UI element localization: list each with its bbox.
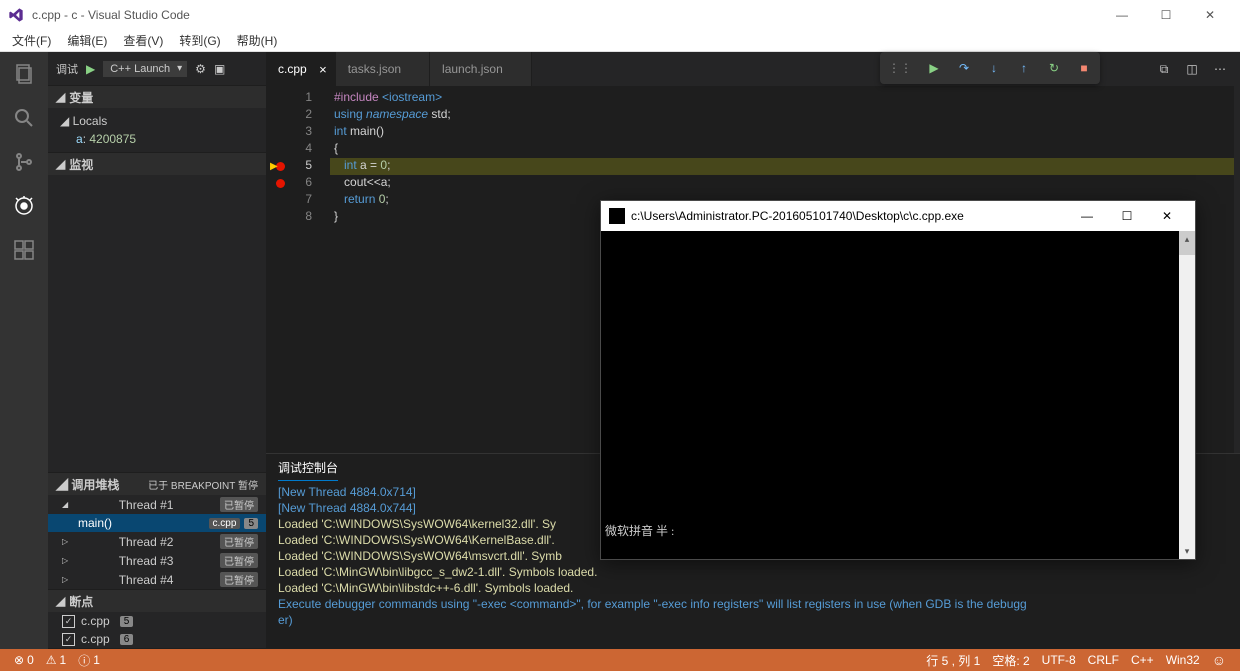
tab-launch-json[interactable]: launch.json — [430, 52, 532, 86]
step-out-button[interactable]: ↑ — [1016, 60, 1032, 76]
debug-side-panel: 调试 ▶ C++ Launch ⚙ ▣ ◢变量 ◢ Locals a: 4200… — [48, 52, 266, 649]
feedback-icon[interactable]: ☺ — [1206, 652, 1232, 669]
extensions-icon[interactable] — [10, 236, 38, 264]
ime-indicator: 微软拼音 半 : — [605, 522, 674, 539]
minimap[interactable] — [1234, 86, 1240, 453]
split-icon[interactable]: ◫ — [1184, 61, 1200, 77]
minimize-button[interactable]: — — [1100, 0, 1144, 30]
window-title: c.cpp - c - Visual Studio Code — [32, 8, 1100, 22]
status-eol[interactable]: CRLF — [1082, 652, 1125, 669]
menu-edit[interactable]: 编辑(E) — [59, 32, 115, 49]
checkbox-icon[interactable]: ✓ — [62, 633, 75, 646]
status-platform[interactable]: Win32 — [1160, 652, 1206, 669]
thread-row[interactable]: Thread #1已暂停 — [48, 495, 266, 514]
checkbox-icon[interactable]: ✓ — [62, 615, 75, 628]
variable-row[interactable]: a: 4200875 — [76, 130, 266, 148]
console-window[interactable]: c:\Users\Administrator.PC-201605101740\D… — [600, 200, 1196, 560]
titlebar: c.cpp - c - Visual Studio Code — ☐ ✕ — [0, 0, 1240, 30]
callstack-header[interactable]: ◢ 调用堆栈 已于 BREAKPOINT 暂停 — [48, 473, 266, 495]
code-line[interactable]: int main() — [330, 124, 1240, 141]
maximize-button[interactable]: ☐ — [1144, 0, 1188, 30]
drag-handle-icon[interactable]: ⋮⋮ — [888, 61, 912, 75]
breakpoints-section: ◢断点 ✓c.cpp5✓c.cpp6 — [48, 590, 266, 649]
console-maximize-button[interactable]: ☐ — [1107, 202, 1147, 230]
console-icon[interactable]: ▣ — [214, 62, 225, 76]
console-scrollbar[interactable]: ▴ ▾ — [1179, 231, 1195, 559]
tab-tasks-json[interactable]: tasks.json — [336, 52, 430, 86]
breakpoint-icon[interactable] — [276, 179, 285, 188]
debug-label: 调试 — [56, 61, 78, 77]
restart-button[interactable]: ↻ — [1046, 60, 1062, 76]
panel-tab-debug-console[interactable]: 调试控制台 — [278, 455, 338, 481]
menu-file[interactable]: 文件(F) — [4, 32, 59, 49]
menu-view[interactable]: 查看(V) — [115, 32, 171, 49]
status-errors[interactable]: ⊗0 — [8, 653, 40, 667]
status-language[interactable]: C++ — [1125, 652, 1160, 669]
watch-header[interactable]: ◢监视 — [48, 153, 266, 175]
console-line: Loaded 'C:\MinGW\bin\libgcc_s_dw2-1.dll'… — [278, 564, 1228, 580]
console-line: Execute debugger commands using "-exec <… — [278, 596, 1228, 612]
console-line: Loaded 'C:\MinGW\bin\libstdc++-6.dll'. S… — [278, 580, 1228, 596]
window-controls: — ☐ ✕ — [1100, 0, 1232, 30]
step-into-button[interactable]: ↓ — [986, 60, 1002, 76]
console-close-button[interactable]: ✕ — [1147, 202, 1187, 230]
launch-config-select[interactable]: C++ Launch — [103, 61, 187, 77]
callstack-section: ◢ 调用堆栈 已于 BREAKPOINT 暂停 Thread #1已暂停main… — [48, 473, 266, 590]
tab-bar: c.cpp× tasks.json launch.json ⋮⋮ ▶ ↷ ↓ ↑… — [266, 52, 1240, 86]
status-info[interactable]: ⓘ1 — [72, 652, 106, 669]
breakpoint-row[interactable]: ✓c.cpp5 — [48, 612, 266, 630]
vscode-logo-icon — [8, 7, 24, 23]
activity-bar — [0, 52, 48, 649]
status-warnings[interactable]: ⚠1 — [40, 653, 72, 667]
stop-button[interactable]: ■ — [1076, 60, 1092, 76]
variables-section: ◢变量 ◢ Locals a: 4200875 — [48, 86, 266, 153]
more-icon[interactable]: ⋯ — [1212, 61, 1228, 77]
close-button[interactable]: ✕ — [1188, 0, 1232, 30]
code-line[interactable]: cout<<a; — [330, 175, 1240, 192]
explorer-icon[interactable] — [10, 60, 38, 88]
code-line[interactable]: using namespace std; — [330, 107, 1240, 124]
breakpoint-row[interactable]: ✓c.cpp6 — [48, 630, 266, 648]
thread-row[interactable]: Thread #3已暂停 — [48, 551, 266, 570]
console-minimize-button[interactable]: — — [1067, 202, 1107, 230]
menubar: 文件(F) 编辑(E) 查看(V) 转到(G) 帮助(H) — [0, 30, 1240, 52]
thread-row[interactable]: Thread #4已暂停 — [48, 570, 266, 589]
watch-section: ◢监视 — [48, 153, 266, 473]
status-cursor[interactable]: 行 5 , 列 1 — [920, 652, 986, 669]
code-line[interactable]: { — [330, 141, 1240, 158]
compare-icon[interactable]: ⧉ — [1156, 61, 1172, 77]
step-over-button[interactable]: ↷ — [956, 60, 972, 76]
debug-toolbar[interactable]: ⋮⋮ ▶ ↷ ↓ ↑ ↻ ■ — [880, 52, 1100, 84]
stack-frame-row[interactable]: main()c.cpp5 — [48, 514, 266, 532]
console-line: er) — [278, 612, 1228, 628]
code-line[interactable]: #include <iostream> — [330, 90, 1240, 107]
console-title: c:\Users\Administrator.PC-201605101740\D… — [631, 209, 1067, 223]
status-encoding[interactable]: UTF-8 — [1036, 652, 1082, 669]
breakpoints-header[interactable]: ◢断点 — [48, 590, 266, 612]
status-indent[interactable]: 空格: 2 — [986, 652, 1035, 669]
console-app-icon — [609, 208, 625, 224]
scroll-down-icon[interactable]: ▾ — [1179, 543, 1195, 559]
console-titlebar[interactable]: c:\Users\Administrator.PC-201605101740\D… — [601, 201, 1195, 231]
locals-group[interactable]: ◢ Locals — [60, 112, 266, 130]
close-icon[interactable]: × — [319, 62, 327, 77]
menu-goto[interactable]: 转到(G) — [171, 32, 228, 49]
debug-icon[interactable] — [10, 192, 38, 220]
scm-icon[interactable] — [10, 148, 38, 176]
debug-header: 调试 ▶ C++ Launch ⚙ ▣ — [48, 52, 266, 86]
tab-c-cpp[interactable]: c.cpp× — [266, 52, 336, 86]
console-body[interactable]: 微软拼音 半 : ▴ ▾ — [601, 231, 1195, 559]
tab-bar-actions: ⧉ ◫ ⋯ — [1156, 52, 1240, 86]
execution-pointer-icon: ▶ — [270, 161, 278, 172]
search-icon[interactable] — [10, 104, 38, 132]
continue-button[interactable]: ▶ — [926, 60, 942, 76]
thread-row[interactable]: Thread #2已暂停 — [48, 532, 266, 551]
start-debug-button[interactable]: ▶ — [86, 62, 95, 76]
statusbar: ⊗0 ⚠1 ⓘ1 行 5 , 列 1 空格: 2 UTF-8 CRLF C++ … — [0, 649, 1240, 671]
gear-icon[interactable]: ⚙ — [195, 62, 206, 76]
variables-header[interactable]: ◢变量 — [48, 86, 266, 108]
menu-help[interactable]: 帮助(H) — [229, 32, 286, 49]
scroll-up-icon[interactable]: ▴ — [1179, 231, 1195, 247]
code-line[interactable]: int a = 0; — [330, 158, 1240, 175]
